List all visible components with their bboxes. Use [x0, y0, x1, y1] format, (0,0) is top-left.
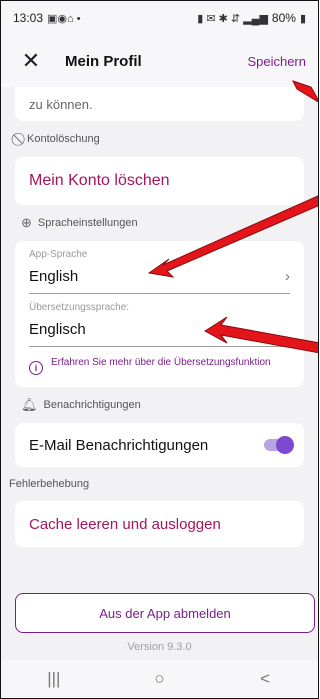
phone-screen: 13:03 ▣◉⌂ • ▮ ✉ ✱ ⇵ ▂▄▆ 80% ▮ ✕ Mein Pro… — [0, 0, 319, 699]
top-app-bar: ✕ Mein Profil Speichern — [1, 35, 318, 87]
email-notifications-row: E-Mail Benachrichtigungen — [15, 423, 304, 467]
delete-card: Mein Konto löschen — [15, 157, 304, 205]
troubleshooting-card: Cache leeren und ausloggen — [15, 501, 304, 547]
language-card: App-Sprache English › Übersetzungssprach… — [15, 241, 304, 387]
battery-percent: 80% — [271, 11, 296, 25]
back-button[interactable]: < — [235, 669, 295, 689]
field-label: Übersetzungssprache: — [29, 302, 130, 313]
partial-card: zu können. — [15, 87, 304, 121]
home-button[interactable]: ○ — [129, 669, 189, 689]
logout-button[interactable]: Aus der App abmelden — [15, 593, 315, 633]
translation-info-link[interactable]: i Erfahren Sie mehr über die Übersetzung… — [15, 347, 304, 387]
section-language: ⊕ Spracheinstellungen — [1, 205, 318, 241]
battery-icon: ▮ — [299, 12, 306, 25]
save-button[interactable]: Speichern — [247, 54, 306, 69]
system-nav-bar: ||| ○ < — [1, 660, 318, 698]
status-time: 13:03 — [13, 11, 44, 25]
bell-icon: 🔔︎ — [21, 397, 38, 412]
close-button[interactable]: ✕ — [9, 39, 53, 83]
translation-language-select[interactable]: Englisch — [29, 313, 290, 347]
app-version: Version 9.3.0 — [127, 641, 192, 653]
app-language-select[interactable]: English › — [29, 260, 290, 294]
status-bar: 13:03 ▣◉⌂ • ▮ ✉ ✱ ⇵ ▂▄▆ 80% ▮ — [1, 1, 318, 35]
section-heading: Spracheinstellungen — [37, 217, 138, 229]
toggle-knob — [276, 436, 294, 454]
section-heading: Kontolöschung — [27, 133, 100, 145]
chevron-right-icon: › — [285, 268, 290, 285]
info-text: Erfahren Sie mehr über die Übersetzungsf… — [51, 357, 271, 368]
clear-cache-logout-button[interactable]: Cache leeren und ausloggen — [15, 501, 304, 547]
close-icon: ✕ — [21, 48, 41, 73]
app-language-field: App-Sprache English › — [15, 241, 304, 294]
page-title: Mein Profil — [65, 52, 142, 70]
toggle-label: E-Mail Benachrichtigungen — [29, 436, 209, 454]
recents-button[interactable]: ||| — [24, 669, 84, 689]
partial-text: zu können. — [29, 97, 93, 112]
email-notifications-toggle[interactable] — [264, 436, 294, 454]
section-notifications: 🔔︎ Benachrichtigungen — [1, 387, 318, 423]
notification-icons: ▣◉⌂ • — [47, 12, 81, 25]
section-account-deletion: ⃠ Kontolöschung — [1, 121, 318, 157]
field-value: Englisch — [29, 321, 86, 338]
section-troubleshooting: Fehlerbehebung — [1, 467, 318, 501]
section-heading: Fehlerbehebung — [9, 478, 90, 490]
translation-language-field: Übersetzungssprache: Englisch — [15, 294, 304, 347]
section-heading: Benachrichtigungen — [43, 399, 141, 411]
field-value: English — [29, 268, 79, 285]
notifications-card: E-Mail Benachrichtigungen — [15, 423, 304, 467]
settings-list: zu können. ⃠ Kontolöschung Mein Konto lö… — [1, 87, 318, 547]
globe-icon: ⊕ — [21, 215, 32, 230]
field-label: App-Sprache — [29, 249, 88, 260]
info-icon: i — [29, 361, 43, 375]
delete-account-button[interactable]: Mein Konto löschen — [15, 157, 304, 205]
system-icons: ▮ ✉ ✱ ⇵ ▂▄▆ — [197, 12, 268, 25]
